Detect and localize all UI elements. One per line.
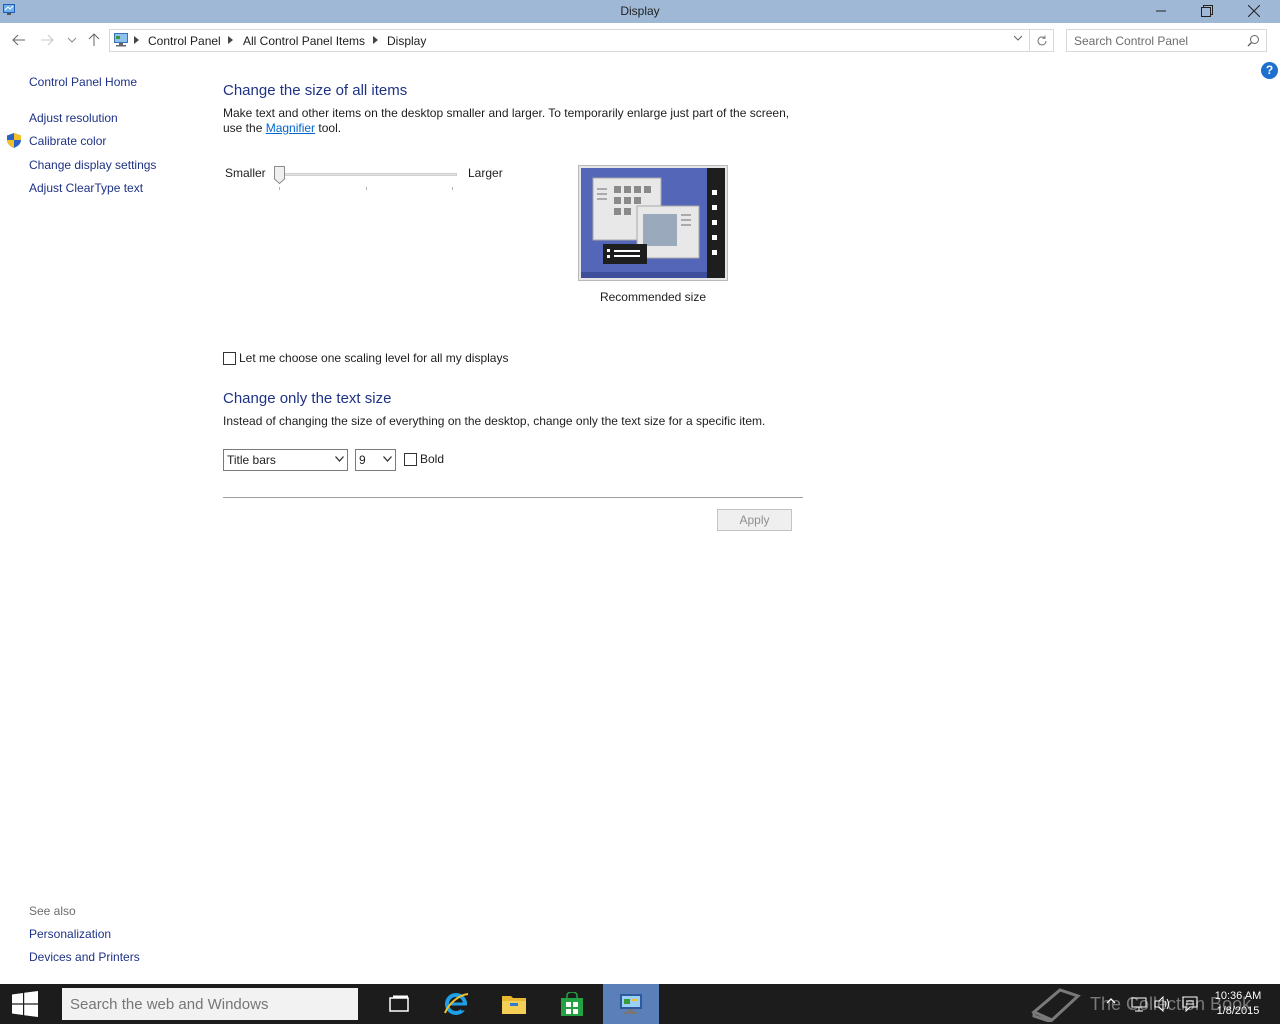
control-panel-taskbar-button[interactable]: [603, 984, 659, 1024]
magnifier-link[interactable]: Magnifier: [266, 121, 315, 135]
size-desc-post: tool.: [315, 121, 342, 135]
close-icon: [1248, 5, 1260, 17]
control-panel-home-link[interactable]: Control Panel Home: [29, 75, 137, 89]
restore-button[interactable]: [1184, 0, 1230, 22]
calibrate-color-link[interactable]: Calibrate color: [29, 134, 106, 148]
change-display-settings-link[interactable]: Change display settings: [29, 158, 156, 172]
up-button[interactable]: [84, 30, 104, 50]
taskbar-search-box[interactable]: [62, 988, 358, 1020]
apply-button[interactable]: Apply: [717, 509, 792, 531]
action-center-icon[interactable]: [1182, 996, 1198, 1012]
task-view-button[interactable]: [372, 984, 426, 1024]
breadcrumb-separator-icon: [228, 36, 233, 44]
search-input[interactable]: [1067, 30, 1242, 51]
size-description-line2: use the Magnifier tool.: [223, 121, 341, 135]
slider-tick: [452, 187, 453, 190]
folder-icon: [502, 996, 526, 1014]
forward-arrow-icon: [41, 34, 54, 46]
chevron-down-icon: [335, 456, 344, 462]
store-button[interactable]: [545, 984, 599, 1024]
breadcrumb-display[interactable]: Display: [387, 34, 426, 48]
recent-locations-button[interactable]: [62, 30, 82, 50]
breadcrumb-separator-icon: [373, 36, 378, 44]
navigation-bar: Control Panel All Control Panel Items Di…: [0, 23, 1280, 59]
back-arrow-icon: [12, 34, 25, 46]
task-view-icon: [389, 995, 409, 1012]
network-icon[interactable]: [1131, 996, 1147, 1012]
internet-explorer-button[interactable]: [429, 984, 483, 1024]
address-dropdown-icon[interactable]: [1014, 35, 1022, 41]
taskbar: The Collection Book 10:36 AM 1/8/2015: [0, 984, 1280, 1024]
show-hidden-icons-icon[interactable]: [1106, 996, 1116, 1006]
desktop-preview-icon: [581, 168, 725, 278]
uac-shield-icon: [7, 133, 21, 148]
internet-explorer-icon: [444, 993, 469, 1015]
minimize-button[interactable]: [1138, 0, 1184, 22]
restore-icon: [1201, 5, 1213, 17]
chevron-down-icon: [68, 37, 76, 43]
clock-date: 1/8/2015: [1216, 1005, 1260, 1017]
control-panel-icon: [114, 33, 128, 47]
slider-max-label: Larger: [468, 166, 503, 180]
close-button[interactable]: [1231, 0, 1277, 22]
clock-time: 10:36 AM: [1214, 990, 1262, 1002]
size-desc-pre: use the: [223, 121, 266, 135]
see-also-heading: See also: [29, 904, 76, 918]
windows-logo-icon: [12, 991, 38, 1017]
text-size-heading: Change only the text size: [223, 390, 392, 407]
forward-button[interactable]: [37, 30, 57, 50]
control-panel-icon: [620, 994, 642, 1014]
scaling-level-label[interactable]: Let me choose one scaling level for all …: [239, 351, 508, 365]
bold-checkbox[interactable]: [404, 453, 417, 466]
start-button[interactable]: [0, 984, 50, 1024]
window-title: Display: [620, 4, 660, 18]
font-size-select[interactable]: 9: [355, 449, 396, 471]
volume-icon[interactable]: [1154, 996, 1172, 1012]
adjust-resolution-link[interactable]: Adjust resolution: [29, 111, 118, 125]
scaling-level-checkbox[interactable]: [223, 352, 236, 365]
personalization-link[interactable]: Personalization: [29, 927, 111, 941]
search-icon[interactable]: [1247, 34, 1260, 47]
content-divider: [223, 497, 803, 498]
size-heading: Change the size of all items: [223, 82, 408, 99]
size-slider-thumb[interactable]: [274, 166, 285, 184]
scaling-preview-image: [578, 165, 728, 281]
help-button[interactable]: ?: [1261, 62, 1278, 79]
preview-caption: Recommended size: [599, 290, 707, 304]
book-icon: [1031, 988, 1081, 1022]
bold-label[interactable]: Bold: [420, 452, 444, 466]
slider-tick: [279, 187, 280, 190]
up-arrow-icon: [88, 33, 100, 46]
devices-and-printers-link[interactable]: Devices and Printers: [29, 950, 140, 964]
size-description: Make text and other items on the desktop…: [223, 106, 790, 120]
text-size-description: Instead of changing the size of everythi…: [223, 414, 766, 428]
breadcrumb-control-panel[interactable]: Control Panel: [148, 34, 221, 48]
minimize-icon: [1156, 10, 1166, 12]
text-item-select[interactable]: Title bars: [223, 449, 348, 471]
size-slider-track[interactable]: [279, 173, 457, 176]
search-box[interactable]: [1066, 29, 1267, 52]
adjust-cleartype-link[interactable]: Adjust ClearType text: [29, 181, 143, 195]
breadcrumb-all-items[interactable]: All Control Panel Items: [243, 34, 365, 48]
text-item-value: Title bars: [227, 453, 276, 467]
refresh-button[interactable]: [1030, 29, 1054, 52]
taskbar-clock[interactable]: 10:36 AM 1/8/2015: [1208, 989, 1268, 1019]
back-button[interactable]: [9, 30, 29, 50]
breadcrumb-separator-icon: [134, 36, 139, 44]
store-icon: [561, 992, 583, 1016]
chevron-down-icon: [383, 456, 392, 462]
slider-tick: [366, 187, 367, 190]
refresh-icon: [1037, 35, 1046, 45]
slider-min-label: Smaller: [225, 166, 266, 180]
font-size-value: 9: [359, 453, 366, 467]
title-bar: Display: [0, 0, 1280, 23]
address-bar[interactable]: Control Panel All Control Panel Items Di…: [109, 29, 1030, 52]
taskbar-search-input[interactable]: [62, 988, 358, 1020]
file-explorer-button[interactable]: [487, 984, 541, 1024]
